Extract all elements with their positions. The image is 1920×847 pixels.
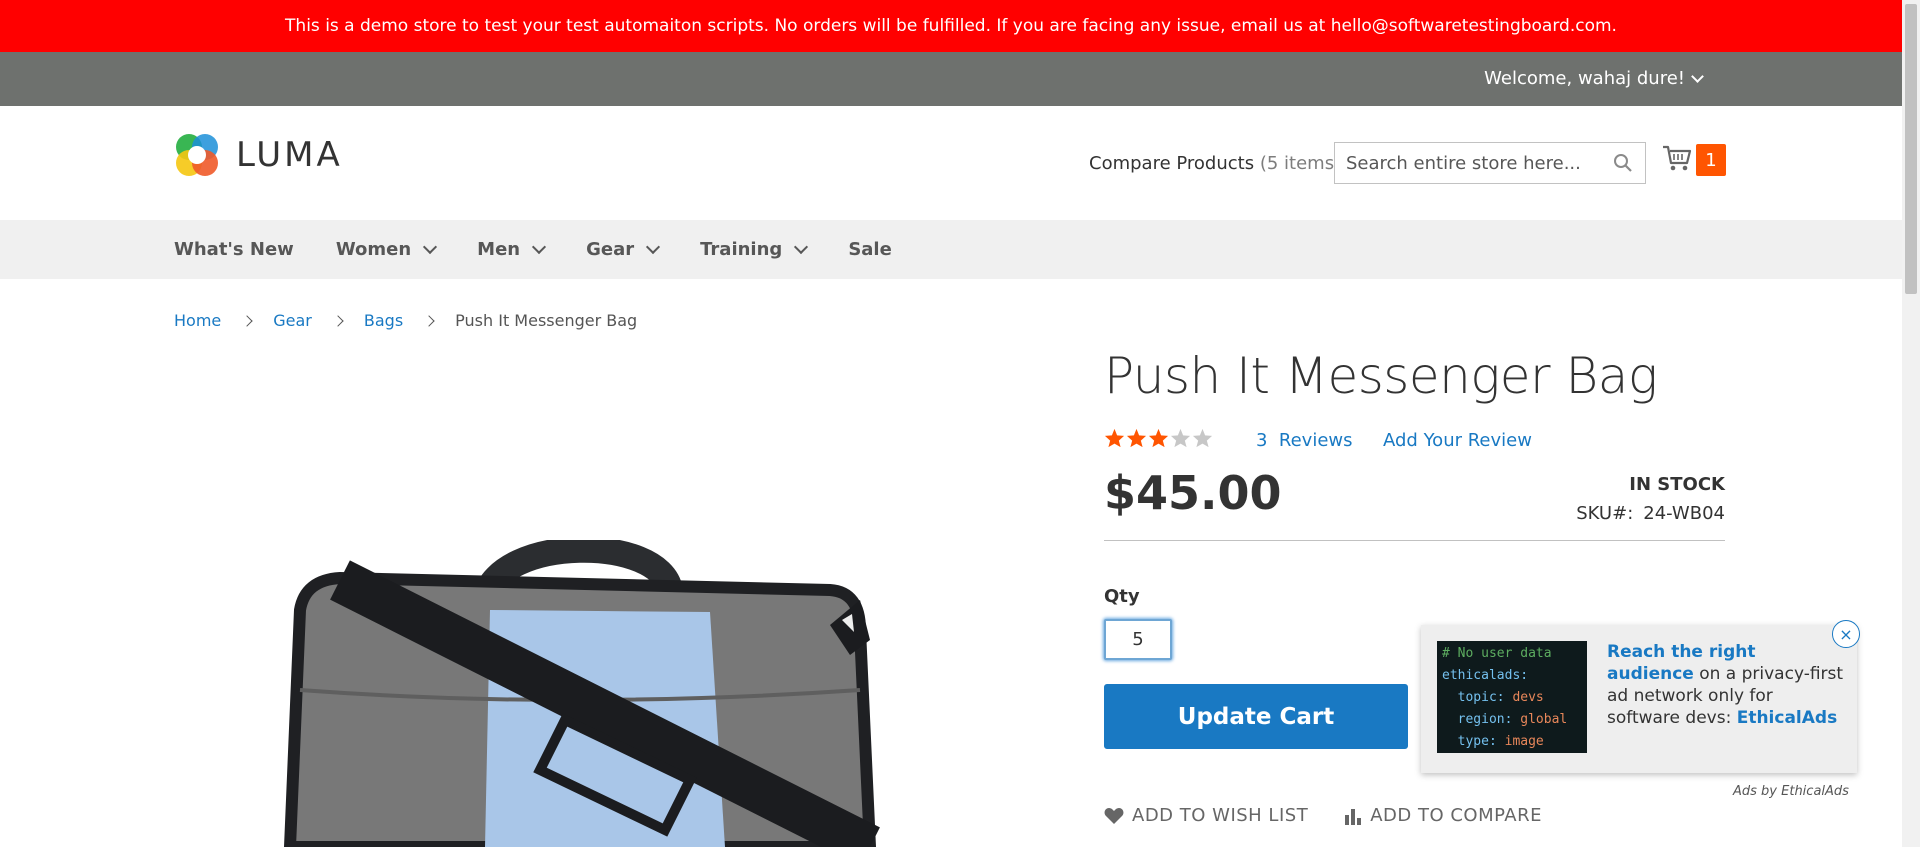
nav-item-label: What's New [174,239,294,260]
product-price: $45.00 [1104,466,1282,520]
main-navigation: What's New Women Men Gear Training Sale [0,220,1902,279]
sku-label: SKU#: [1576,503,1634,524]
compare-count: (5 items) [1259,153,1342,174]
product-title: Push It Messenger Bag [1104,347,1658,405]
ad-code-line-value: image [1504,734,1544,749]
page-scrollbar[interactable] [1902,0,1920,847]
search-icon[interactable] [1613,153,1633,177]
luma-logo-icon [176,134,218,176]
star-icon [1104,428,1125,448]
reviews-count: 3 [1256,430,1268,451]
rating-stars [1104,428,1213,448]
logo-text: LUMA [236,135,343,175]
ad-text: Reach the right audience on a privacy-fi… [1607,641,1847,729]
scrollbar-thumb[interactable] [1905,4,1917,294]
chevron-down-icon [646,239,661,255]
top-panel-header: Welcome, wahaj dure! [0,52,1902,106]
breadcrumb-separator-icon [423,314,435,327]
compare-chart-icon [1345,808,1362,825]
stock-status: In stock [1629,474,1725,495]
add-your-review-link[interactable]: Add Your Review [1383,430,1532,451]
ad-brand-link[interactable]: EthicalAds [1737,708,1838,728]
qty-input[interactable] [1104,619,1172,660]
star-icon [1192,428,1213,448]
chevron-down-icon [532,239,547,255]
wishlist-label: Add to Wish List [1132,805,1309,826]
nav-item-what-s-new[interactable]: What's New [174,220,294,279]
customer-welcome-menu[interactable]: Welcome, wahaj dure! [1484,68,1704,89]
nav-item-label: Men [477,239,521,260]
nav-item-label: Women [335,239,412,260]
chevron-down-icon [1691,69,1704,83]
chevron-down-icon [794,239,809,255]
nav-item-label: Gear [586,239,635,260]
ad-code-line-key: type: [1457,734,1497,749]
nav-item-label: Training [700,239,783,260]
cart-count-badge: 1 [1696,144,1726,176]
cart-icon [1662,144,1692,176]
breadcrumb-gear[interactable]: Gear [273,311,312,330]
breadcrumb: Home Gear Bags Push It Messenger Bag [174,311,637,330]
nav-item-women[interactable]: Women [335,220,438,279]
nav-item-training[interactable]: Training [700,220,809,279]
compare-label: Compare Products [1089,153,1255,174]
nav-item-label: Sale [848,239,892,260]
update-cart-button[interactable]: Update Cart [1104,684,1408,749]
ad-code-image: # No user data ethicalads: topic: devs r… [1437,641,1587,753]
qty-label: Qty [1104,586,1140,607]
star-icon [1170,428,1191,448]
reviews-link[interactable]: 3 Reviews [1256,430,1353,451]
breadcrumb-separator-icon [241,314,253,327]
sku-value: 24-WB04 [1643,503,1725,524]
ad-close-button[interactable]: × [1832,620,1860,648]
breadcrumb-home[interactable]: Home [174,311,221,330]
breadcrumb-separator-icon [332,314,344,327]
search-box [1334,142,1646,184]
search-input[interactable] [1335,143,1605,183]
heart-icon [1104,807,1124,824]
nav-item-sale[interactable]: Sale [848,220,892,279]
demo-banner-text: This is a demo store to test your test a… [285,16,1617,36]
ad-code-line-key: topic: [1457,690,1505,705]
star-icon [1148,428,1169,448]
product-rating [1104,428,1213,448]
compare-products-link[interactable]: Compare Products (5 items) [1089,153,1341,174]
compare-action-label: Add to Compare [1370,805,1542,826]
reviews-label: Reviews [1278,430,1353,451]
price-divider [1104,540,1725,541]
ad-code-key: ethicalads: [1442,668,1529,683]
site-header: LUMA Compare Products (5 items) 1 [0,106,1902,220]
minicart-button[interactable]: 1 [1662,144,1726,176]
product-sku: SKU#: 24-WB04 [1576,503,1725,524]
ad-attribution[interactable]: Ads by EthicalAds [1733,784,1849,799]
nav-item-gear[interactable]: Gear [586,220,661,279]
breadcrumb-current: Push It Messenger Bag [455,311,638,330]
messenger-bag-image [283,540,880,847]
add-to-compare-link[interactable]: Add to Compare [1344,805,1542,826]
ad-code-line-value: global [1520,712,1568,727]
ethicalads-ad[interactable]: # No user data ethicalads: topic: devs r… [1421,625,1857,773]
star-icon [1126,428,1147,448]
product-social-actions: Add to Wish List Add to Compare [1104,805,1542,826]
ad-code-comment: # No user data [1442,646,1552,661]
welcome-text: Welcome, wahaj dure! [1484,68,1685,89]
product-image[interactable] [270,540,950,847]
breadcrumb-bags[interactable]: Bags [364,311,403,330]
close-icon: × [1839,624,1853,644]
add-to-wishlist-link[interactable]: Add to Wish List [1104,805,1308,826]
chevron-down-icon [423,239,438,255]
ad-code-line-value: devs [1512,690,1544,705]
ad-code-line-key: region: [1457,712,1513,727]
nav-item-men[interactable]: Men [477,220,547,279]
luma-logo[interactable]: LUMA [174,132,343,178]
demo-store-banner: This is a demo store to test your test a… [0,0,1902,52]
